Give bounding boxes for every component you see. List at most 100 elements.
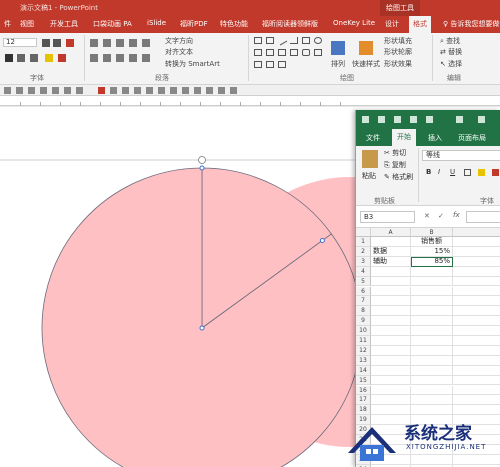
- find-button[interactable]: ⌕ 查找: [440, 36, 460, 46]
- strikethrough-icon[interactable]: [5, 54, 13, 62]
- row-header[interactable]: 12: [356, 345, 371, 356]
- cell-a9[interactable]: [371, 316, 411, 327]
- bold-button[interactable]: B: [426, 168, 431, 176]
- new-icon[interactable]: [378, 116, 385, 123]
- tab-format[interactable]: 格式: [409, 16, 431, 33]
- cell-b11[interactable]: [411, 336, 453, 346]
- toolbar-icon[interactable]: [230, 87, 237, 94]
- text-direction-button[interactable]: 文字方向: [165, 36, 193, 46]
- paste-icon[interactable]: [362, 150, 378, 168]
- toolbar-icon[interactable]: [28, 87, 35, 94]
- font-grow-icon[interactable]: [42, 39, 50, 47]
- cut-button[interactable]: ✂ 剪切: [384, 148, 406, 158]
- toolbar-icon[interactable]: [16, 87, 23, 94]
- cell-b8[interactable]: [411, 306, 453, 317]
- cell-c4[interactable]: [453, 267, 500, 277]
- justify-icon[interactable]: [129, 54, 137, 62]
- font-size-box[interactable]: 12: [3, 38, 37, 47]
- cell-a16[interactable]: [371, 385, 411, 396]
- column-header-a[interactable]: A: [371, 228, 411, 237]
- excel-tab-insert[interactable]: 插入: [428, 133, 442, 143]
- fill-color-icon[interactable]: [478, 169, 485, 176]
- toolbar-icon[interactable]: [64, 87, 71, 94]
- toolbar-icon[interactable]: [122, 87, 129, 94]
- shape-star-icon[interactable]: [314, 49, 322, 56]
- cell-a17[interactable]: [371, 395, 411, 406]
- copy-button[interactable]: ⎘ 复制: [384, 160, 406, 170]
- cell-b7[interactable]: [411, 296, 453, 307]
- tab-pocket-animation[interactable]: 口袋动画 PA: [93, 19, 132, 29]
- excel-tab-file[interactable]: 文件: [366, 133, 380, 143]
- cell-c5[interactable]: [453, 277, 500, 287]
- font-color-icon[interactable]: [492, 169, 499, 176]
- increase-indent-icon[interactable]: [129, 39, 137, 47]
- print-icon[interactable]: [410, 116, 417, 123]
- cell-c12[interactable]: [453, 346, 500, 356]
- toolbar-icon[interactable]: [146, 87, 153, 94]
- quick-styles-button[interactable]: 快速样式: [352, 59, 380, 69]
- cell-a11[interactable]: [371, 336, 411, 346]
- rotation-handle[interactable]: [198, 156, 206, 164]
- touch-mode-icon[interactable]: [394, 116, 401, 123]
- adjust-handle-top[interactable]: [199, 165, 205, 171]
- cell-b1[interactable]: 销售额: [411, 237, 453, 247]
- cell-b16[interactable]: [411, 385, 453, 396]
- cell-c8[interactable]: [453, 306, 500, 317]
- cell-a13[interactable]: [371, 355, 411, 366]
- cell-b4[interactable]: [411, 266, 453, 277]
- convert-smartart-button[interactable]: 转换为 SmartArt: [165, 59, 220, 69]
- row-header[interactable]: 14: [356, 365, 371, 376]
- cell-c16[interactable]: [453, 386, 500, 396]
- shape-rectangle-2-icon[interactable]: [302, 37, 310, 44]
- cell-b13[interactable]: [411, 355, 453, 366]
- cell-b2[interactable]: 15%: [411, 246, 453, 257]
- cell-c3[interactable]: [453, 257, 500, 267]
- row-header[interactable]: 13: [356, 355, 371, 366]
- italic-button[interactable]: I: [438, 168, 440, 176]
- shape-arrow-icon[interactable]: [290, 37, 298, 44]
- tab-special-features[interactable]: 特色功能: [220, 19, 248, 29]
- row-header[interactable]: 11: [356, 336, 371, 346]
- shape-text-box-icon[interactable]: [266, 37, 274, 44]
- cell-a10[interactable]: [371, 326, 411, 336]
- tab-onekey-lite[interactable]: OneKey Lite: [333, 19, 375, 27]
- format-painter-button[interactable]: ✎ 格式刷: [384, 172, 413, 182]
- cell-a3[interactable]: 辅助: [371, 256, 411, 267]
- shape-outline-button[interactable]: 形状轮廓: [384, 47, 412, 57]
- cell-a1[interactable]: [371, 237, 411, 247]
- shape-bend-arrow-icon[interactable]: [278, 49, 286, 56]
- font-shrink-icon[interactable]: [53, 39, 61, 47]
- cell-c17[interactable]: [453, 395, 500, 406]
- toolbar-icon[interactable]: [4, 87, 11, 94]
- shape-curve-icon[interactable]: [290, 49, 298, 56]
- toolbar-icon[interactable]: [158, 87, 165, 94]
- cell-b9[interactable]: [411, 316, 453, 327]
- cell-b3[interactable]: 85%: [411, 256, 453, 267]
- select-all-corner[interactable]: [356, 228, 371, 237]
- cell-c7[interactable]: [453, 296, 500, 307]
- toolbar-icon[interactable]: [110, 87, 117, 94]
- cancel-icon[interactable]: ✕: [424, 212, 430, 220]
- font-color-icon[interactable]: [58, 54, 66, 62]
- decrease-indent-icon[interactable]: [116, 39, 124, 47]
- replace-button[interactable]: ⇄ 替换: [440, 47, 462, 57]
- shape-rectangle-icon[interactable]: [254, 37, 262, 44]
- shape-brace-icon[interactable]: [254, 61, 262, 68]
- line-spacing-icon[interactable]: [142, 39, 150, 47]
- cell-b5[interactable]: [411, 276, 453, 287]
- tab-foxit-pdf[interactable]: 福昕PDF: [180, 19, 208, 29]
- excel-tab-home[interactable]: 开始: [392, 129, 416, 146]
- cell-c9[interactable]: [453, 316, 500, 327]
- row-header[interactable]: 15: [356, 375, 371, 386]
- shape-more-icon[interactable]: [278, 61, 286, 68]
- align-center-icon[interactable]: [103, 54, 111, 62]
- row-header[interactable]: 2: [356, 246, 371, 257]
- tab-islide[interactable]: iSlide: [147, 19, 166, 27]
- tab-file-partial[interactable]: 件: [4, 19, 11, 29]
- bullets-icon[interactable]: [90, 39, 98, 47]
- font-name-box[interactable]: 等线: [422, 150, 500, 161]
- save-icon[interactable]: [362, 116, 369, 123]
- arrange-button[interactable]: 排列: [331, 59, 345, 69]
- cell-b17[interactable]: [411, 395, 453, 406]
- cell-a6[interactable]: [371, 286, 411, 297]
